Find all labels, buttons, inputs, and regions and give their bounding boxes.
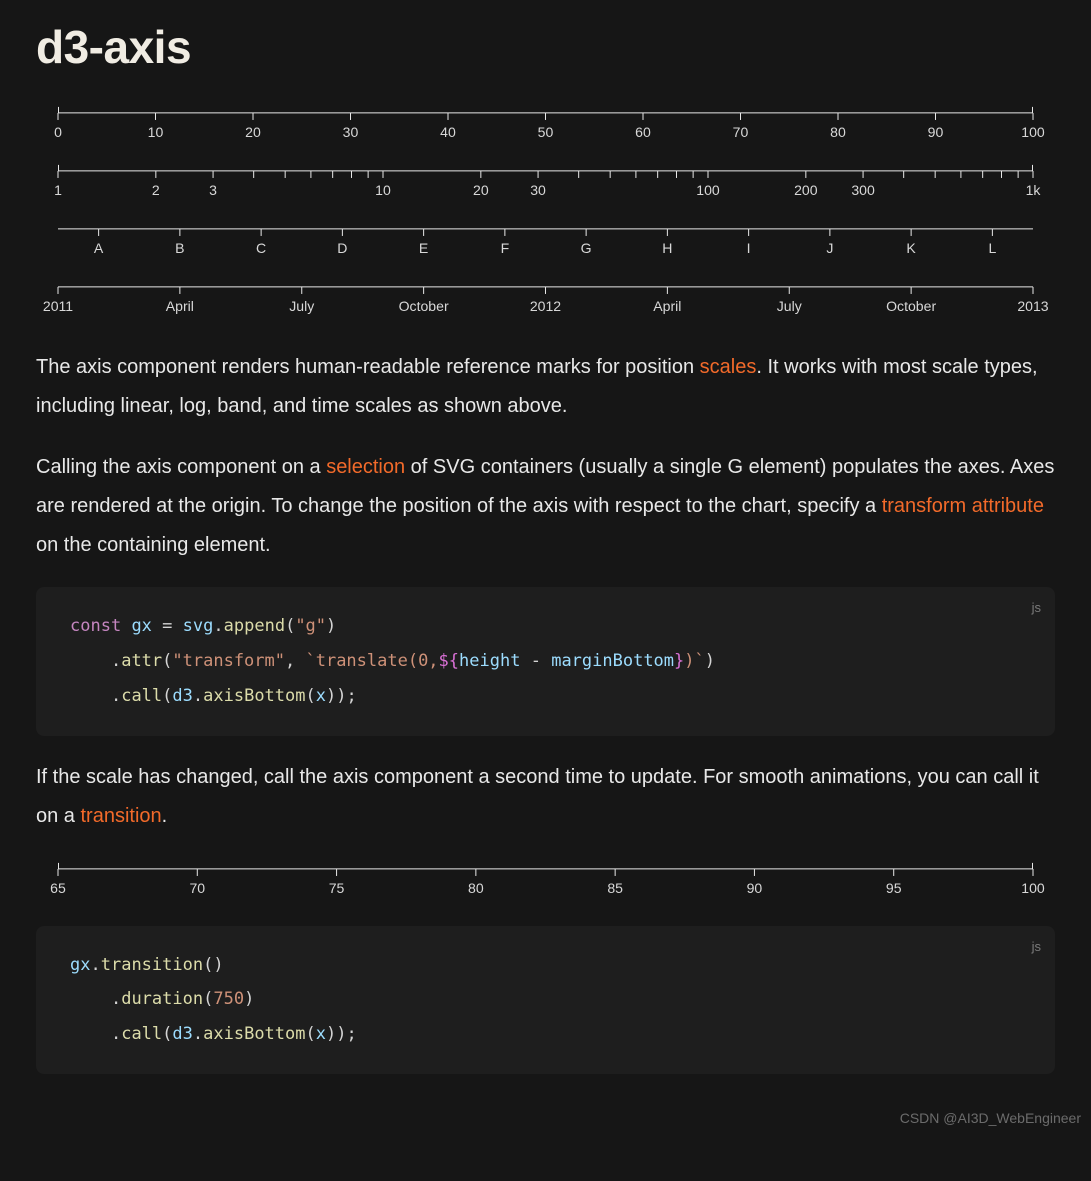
- text: If the scale has changed, call the axis …: [36, 766, 1039, 827]
- svg-text:20: 20: [473, 182, 489, 198]
- svg-text:90: 90: [747, 880, 763, 896]
- svg-text:C: C: [256, 240, 266, 256]
- axis-linear-zoomed: 65 70 75 80 85 90 95 100: [36, 858, 1055, 908]
- svg-text:2013: 2013: [1017, 298, 1048, 314]
- svg-text:I: I: [747, 240, 751, 256]
- svg-text:200: 200: [794, 182, 818, 198]
- axis-log: 1 2 3 10 20 30 100 200 300 1k: [36, 160, 1055, 210]
- link-selection[interactable]: selection: [326, 456, 405, 478]
- text: .: [162, 805, 168, 827]
- svg-text:0: 0: [54, 124, 62, 140]
- code-content: gx.transition() .duration(750) .call(d3.…: [70, 948, 1021, 1053]
- paragraph-intro: The axis component renders human-readabl…: [36, 348, 1055, 426]
- watermark: CSDN @AI3D_WebEngineer: [900, 1110, 1081, 1126]
- code-block-create-axis: js const gx = svg.append("g") .attr("tra…: [36, 587, 1055, 736]
- svg-text:1: 1: [54, 182, 62, 198]
- link-transition[interactable]: transition: [80, 805, 161, 827]
- svg-text:July: July: [777, 298, 802, 314]
- svg-text:J: J: [826, 240, 833, 256]
- svg-text:80: 80: [830, 124, 846, 140]
- svg-text:H: H: [662, 240, 672, 256]
- svg-text:10: 10: [375, 182, 391, 198]
- page-title: d3-axis: [36, 20, 1055, 74]
- axis-time: 2011 April July October 2012 April July October…: [36, 276, 1055, 326]
- svg-text:A: A: [94, 240, 104, 256]
- code-language-badge: js: [1032, 595, 1041, 622]
- axis-band: A B C D E F G H I J K L: [36, 218, 1055, 268]
- code-content: const gx = svg.append("g") .attr("transf…: [70, 609, 1021, 714]
- svg-text:60: 60: [635, 124, 651, 140]
- svg-text:1k: 1k: [1026, 182, 1042, 198]
- link-scales[interactable]: scales: [700, 356, 757, 378]
- svg-text:70: 70: [189, 880, 205, 896]
- svg-text:75: 75: [329, 880, 345, 896]
- svg-text:70: 70: [733, 124, 749, 140]
- svg-text:F: F: [501, 240, 510, 256]
- svg-text:2012: 2012: [530, 298, 561, 314]
- svg-text:40: 40: [440, 124, 456, 140]
- axis-linear: 0 10 20 30 40 50 60 70 80 90 100: [36, 102, 1055, 152]
- svg-text:2: 2: [152, 182, 160, 198]
- svg-text:95: 95: [886, 880, 902, 896]
- svg-text:2011: 2011: [43, 298, 73, 314]
- svg-text:B: B: [175, 240, 184, 256]
- svg-text:65: 65: [50, 880, 66, 896]
- svg-text:October: October: [399, 298, 449, 314]
- text: The axis component renders human-readabl…: [36, 356, 700, 378]
- svg-text:D: D: [337, 240, 347, 256]
- svg-text:3: 3: [209, 182, 217, 198]
- svg-text:L: L: [988, 240, 996, 256]
- svg-text:90: 90: [928, 124, 944, 140]
- svg-text:July: July: [289, 298, 314, 314]
- svg-text:E: E: [419, 240, 428, 256]
- link-transform-attribute[interactable]: transform attribute: [882, 495, 1044, 517]
- text: Calling the axis component on a: [36, 456, 326, 478]
- svg-text:20: 20: [245, 124, 261, 140]
- text: on the containing element.: [36, 534, 271, 556]
- paragraph-update: If the scale has changed, call the axis …: [36, 758, 1055, 836]
- svg-text:30: 30: [343, 124, 359, 140]
- svg-text:April: April: [166, 298, 194, 314]
- svg-text:100: 100: [1021, 880, 1045, 896]
- svg-text:100: 100: [1021, 124, 1045, 140]
- svg-text:300: 300: [851, 182, 875, 198]
- code-language-badge: js: [1032, 934, 1041, 961]
- svg-text:85: 85: [607, 880, 623, 896]
- svg-text:80: 80: [468, 880, 484, 896]
- svg-text:October: October: [886, 298, 936, 314]
- svg-text:100: 100: [696, 182, 720, 198]
- svg-text:G: G: [581, 240, 592, 256]
- svg-text:10: 10: [148, 124, 164, 140]
- svg-text:30: 30: [530, 182, 546, 198]
- svg-text:K: K: [906, 240, 916, 256]
- svg-text:April: April: [653, 298, 681, 314]
- code-block-update-axis: js gx.transition() .duration(750) .call(…: [36, 926, 1055, 1075]
- paragraph-selection: Calling the axis component on a selectio…: [36, 448, 1055, 565]
- svg-text:50: 50: [538, 124, 554, 140]
